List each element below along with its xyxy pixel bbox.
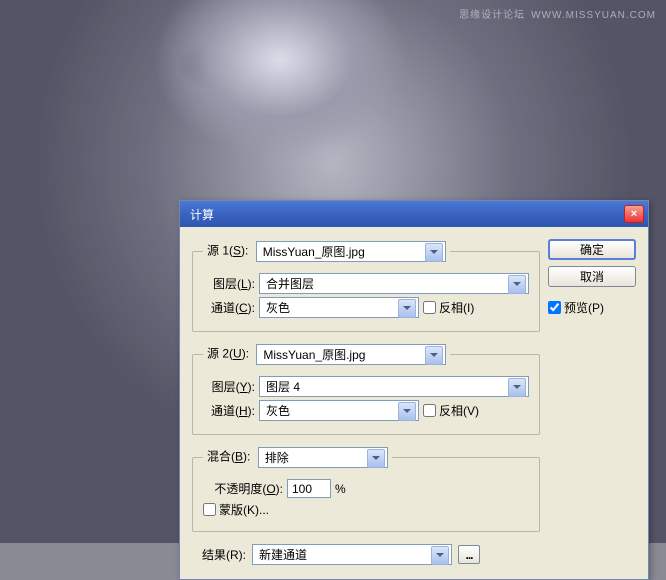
cancel-button[interactable]: 取消 [548, 266, 636, 287]
source1-channel-select[interactable]: 灰色 [259, 297, 419, 318]
source1-file-select[interactable]: MissYuan_原图.jpg [256, 241, 446, 262]
source2-layer-label: 图层(Y): [203, 378, 255, 395]
source1-legend: 源 1(S): MissYuan_原图.jpg [203, 241, 450, 262]
blending-group: 混合(B): 排除 不透明度(O): % 蒙版(K)... [192, 447, 540, 532]
percent-label: % [335, 482, 346, 496]
source2-file-select[interactable]: MissYuan_原图.jpg [256, 344, 446, 365]
result-more-button[interactable]: ... [458, 545, 480, 564]
mask-input[interactable] [203, 503, 216, 516]
source1-invert-input[interactable] [423, 301, 436, 314]
source2-group: 源 2(U): MissYuan_原图.jpg 图层(Y): 图层 4 通道(H… [192, 344, 540, 435]
source2-invert-checkbox[interactable]: 反相(V) [423, 402, 479, 419]
source1-layer-label: 图层(L): [203, 275, 255, 292]
preview-input[interactable] [548, 301, 561, 314]
result-row: 结果(R): 新建通道 ... [192, 544, 540, 565]
source2-invert-input[interactable] [423, 404, 436, 417]
opacity-input[interactable] [287, 479, 331, 498]
source2-legend: 源 2(U): MissYuan_原图.jpg [203, 344, 450, 365]
opacity-label: 不透明度(O): [203, 480, 283, 497]
calculations-dialog: 计算 × 源 1(S): MissYuan_原图.jpg 图层(L): 合并图层… [179, 200, 649, 580]
preview-checkbox[interactable]: 预览(P) [548, 299, 636, 316]
watermark: 思缘设计论坛WWW.MISSYUAN.COM [453, 6, 656, 21]
source2-channel-select[interactable]: 灰色 [259, 400, 419, 421]
blending-legend: 混合(B): 排除 [203, 447, 392, 468]
source1-channel-label: 通道(C): [203, 299, 255, 316]
close-button[interactable]: × [624, 205, 644, 223]
blend-mode-select[interactable]: 排除 [258, 447, 388, 468]
source2-layer-select[interactable]: 图层 4 [259, 376, 529, 397]
titlebar[interactable]: 计算 × [180, 201, 648, 227]
result-select[interactable]: 新建通道 [252, 544, 452, 565]
result-label: 结果(R): [202, 546, 246, 563]
source1-layer-select[interactable]: 合并图层 [259, 273, 529, 294]
ok-button[interactable]: 确定 [548, 239, 636, 260]
dialog-title: 计算 [184, 206, 624, 223]
source1-invert-checkbox[interactable]: 反相(I) [423, 299, 474, 316]
mask-checkbox[interactable]: 蒙版(K)... [203, 501, 269, 518]
source1-group: 源 1(S): MissYuan_原图.jpg 图层(L): 合并图层 通道(C… [192, 241, 540, 332]
source2-channel-label: 通道(H): [203, 402, 255, 419]
